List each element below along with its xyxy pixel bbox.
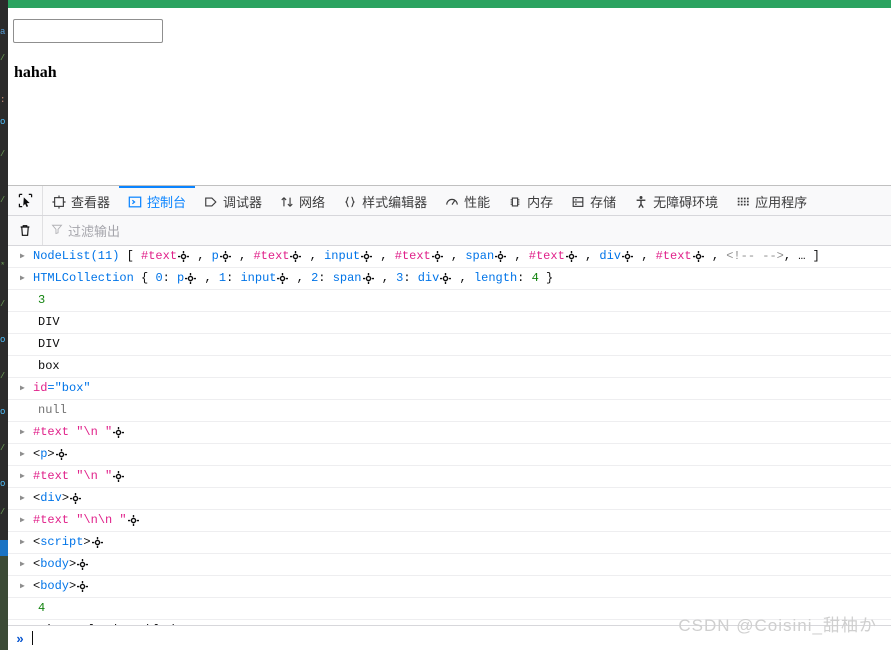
editor-code-fragment: / — [0, 196, 6, 205]
console-output-list[interactable]: ▶ NodeList(11) [ #text , p , #text , inpu… — [8, 246, 891, 626]
tab-inspector[interactable]: 查看器 — [43, 186, 119, 215]
console-row-expandable[interactable]: ▶ <script> — [8, 532, 891, 554]
console-row: null — [8, 400, 891, 422]
console-row: 4 — [8, 598, 891, 620]
console-icon — [128, 195, 142, 209]
devtools-tab-list: 查看器 控制台 调试器 网络 样式编辑器 性能 内存 存储 无障碍环境 应用程序 — [43, 186, 816, 215]
tab-storage-label: 存储 — [590, 195, 617, 210]
network-icon — [280, 195, 294, 209]
browser-top-bar — [8, 0, 891, 8]
editor-code-fragment: / — [0, 508, 6, 517]
console-filter-bar: 过滤输出 — [8, 216, 891, 246]
tab-performance[interactable]: 性能 — [436, 186, 499, 215]
tab-application[interactable]: 应用程序 — [727, 186, 816, 215]
console-row-expandable[interactable]: ▶ #text "\n " — [8, 466, 891, 488]
code-editor-sliver[interactable]: a/:o//*/o/o/o/// — [0, 0, 8, 650]
tab-console-label: 控制台 — [147, 195, 187, 210]
prompt-chevron-icon: » — [16, 630, 24, 646]
editor-code-fragment: o — [0, 336, 6, 345]
expand-twisty-icon[interactable]: ▶ — [20, 422, 30, 443]
expand-twisty-icon[interactable]: ▶ — [20, 532, 30, 553]
storage-icon — [571, 195, 585, 209]
memory-icon — [508, 195, 522, 209]
filter-input[interactable]: 过滤输出 — [43, 220, 891, 242]
tab-style-editor[interactable]: 样式编辑器 — [334, 186, 436, 215]
editor-code-fragment: o — [0, 408, 6, 417]
style-editor-icon — [343, 195, 357, 209]
tab-network-label: 网络 — [299, 195, 326, 210]
console-row-expandable[interactable]: ▶ id="box" — [8, 378, 891, 400]
expand-twisty-icon[interactable]: ▶ — [20, 488, 30, 509]
console-row: DIV — [8, 334, 891, 356]
console-row-expandable[interactable]: ▶ HTMLCollection { 0: p , 1: input , 2: s… — [8, 268, 891, 290]
trash-icon[interactable] — [8, 216, 43, 245]
console-row-expandable[interactable]: ▶ <div> — [8, 488, 891, 510]
console-row-expandable[interactable]: ▶ #text "\n " — [8, 422, 891, 444]
prompt-caret — [32, 631, 33, 645]
tab-debugger[interactable]: 调试器 — [195, 186, 271, 215]
console-prompt-row[interactable]: » — [8, 625, 891, 650]
expand-twisty-icon[interactable]: ▶ — [20, 444, 30, 465]
devtools-panel: 查看器 控制台 调试器 网络 样式编辑器 性能 内存 存储 无障碍环境 应用程序… — [8, 185, 891, 650]
accessibility-icon — [634, 195, 648, 209]
debugger-icon — [204, 195, 218, 209]
expand-twisty-icon[interactable]: ▶ — [20, 466, 30, 487]
editor-code-fragment: a — [0, 28, 6, 37]
editor-minimap-region — [0, 556, 8, 650]
page-body-text: hahah — [14, 64, 57, 81]
editor-code-fragment: / — [0, 372, 6, 381]
funnel-icon — [51, 223, 63, 238]
editor-code-fragment: o — [0, 480, 6, 489]
console-row: box — [8, 356, 891, 378]
console-row-expandable[interactable]: ▶ <body> — [8, 554, 891, 576]
filter-placeholder: 过滤输出 — [68, 224, 121, 239]
editor-selected-line — [0, 540, 8, 556]
console-row-expandable[interactable]: ▶ #text "\n\n " — [8, 510, 891, 532]
tab-console[interactable]: 控制台 — [119, 186, 196, 215]
page-viewport: hahah — [8, 8, 891, 185]
tab-application-label: 应用程序 — [755, 195, 808, 210]
tab-debugger-label: 调试器 — [223, 195, 263, 210]
element-picker-icon[interactable] — [8, 186, 43, 215]
tab-performance-label: 性能 — [464, 195, 491, 210]
expand-twisty-icon[interactable]: ▶ — [20, 378, 30, 399]
editor-code-fragment: o — [0, 118, 6, 127]
expand-twisty-icon[interactable]: ▶ — [20, 246, 30, 267]
tab-memory-label: 内存 — [527, 195, 554, 210]
application-icon — [736, 195, 750, 209]
devtools-toolbar: 查看器 控制台 调试器 网络 样式编辑器 性能 内存 存储 无障碍环境 应用程序 — [8, 186, 891, 216]
editor-code-fragment: / — [0, 150, 6, 159]
screen-root: a/:o//*/o/o/o/// hahah — [0, 0, 891, 650]
console-row-expandable[interactable]: ▶ <body> — [8, 576, 891, 598]
editor-code-fragment: * — [0, 262, 6, 271]
page-text-input[interactable] — [13, 19, 163, 43]
tab-inspector-label: 查看器 — [71, 195, 111, 210]
tab-memory[interactable]: 内存 — [499, 186, 562, 215]
expand-twisty-icon[interactable]: ▶ — [20, 576, 30, 597]
editor-code-fragment: / — [0, 54, 6, 63]
editor-code-fragment: / — [0, 444, 6, 453]
expand-twisty-icon[interactable]: ▶ — [20, 510, 30, 531]
console-row: DIV — [8, 312, 891, 334]
performance-icon — [445, 195, 459, 209]
expand-twisty-icon[interactable]: ▶ — [20, 554, 30, 575]
editor-code-fragment: : — [0, 96, 6, 105]
tab-style-editor-label: 样式编辑器 — [362, 195, 428, 210]
tab-network[interactable]: 网络 — [271, 186, 334, 215]
console-row: 3 — [8, 290, 891, 312]
console-row-expandable[interactable]: ▶ NodeList(11) [ #text , p , #text , inpu… — [8, 246, 891, 268]
tab-accessibility[interactable]: 无障碍环境 — [625, 186, 727, 215]
inspector-icon — [52, 194, 66, 209]
editor-code-fragment: / — [0, 300, 6, 309]
expand-twisty-icon[interactable]: ▶ — [20, 268, 30, 289]
console-row-expandable[interactable]: ▶ <p> — [8, 444, 891, 466]
tab-storage[interactable]: 存储 — [562, 186, 625, 215]
tab-accessibility-label: 无障碍环境 — [653, 195, 719, 210]
